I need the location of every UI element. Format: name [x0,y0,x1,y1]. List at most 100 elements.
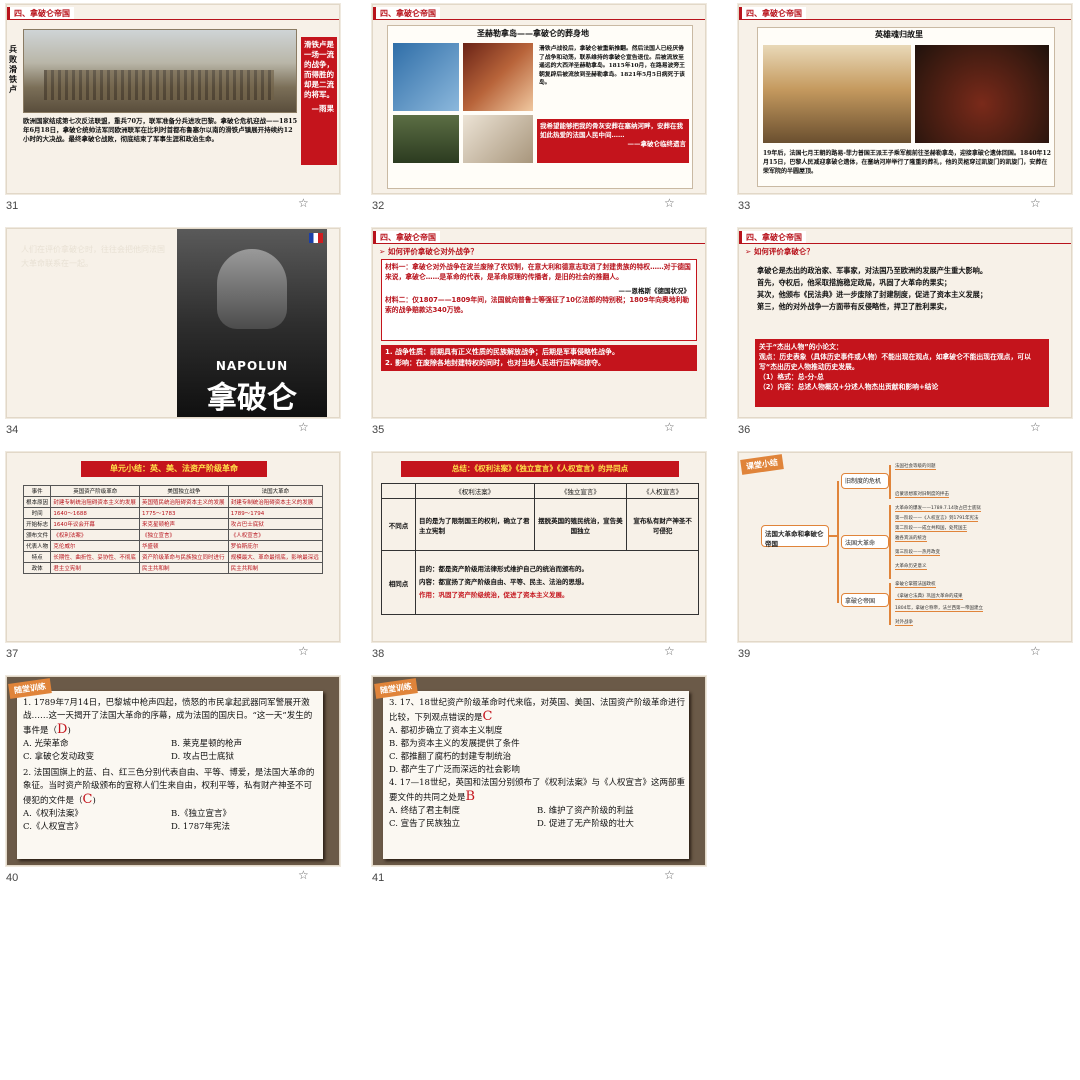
question-4-options: A. 终结了君主制度 B. 维护了资产阶级的利益 C. 宣告了民族独立 D. 促… [389,805,685,831]
divider [739,243,1071,244]
star-icon[interactable]: ☆ [298,868,309,882]
option[interactable]: C. 拿破仑发动政变 [23,751,171,764]
option[interactable]: A.《权利法案》 [23,808,171,821]
star-icon[interactable]: ☆ [664,196,675,210]
option[interactable]: A. 都初步确立了资本主义制度 [389,725,685,738]
star-icon[interactable]: ☆ [298,196,309,210]
star-icon[interactable]: ☆ [664,868,675,882]
row-label: 根本原因 [22,496,52,508]
slide-thumbnail-39[interactable]: 课堂小结 法国大革命和拿破仑帝国 旧制度的危机 法国大革命 拿破仑帝国 法国社会… [732,448,1080,672]
mindmap-leaf: 第二阶段——成立共和国，处死国王 [895,526,967,532]
slide-34-canvas[interactable]: 人们在评价拿破仑时，往往会把他同法国大革命联系在一起。 NAPOLUN 拿破仑 [6,228,340,418]
slide-number: 41 [372,872,385,884]
option[interactable]: B.《独立宣言》 [171,808,319,821]
slide-41-canvas[interactable]: 随堂训练 3. 17、18世纪资产阶级革命时代来临，对英国、美国、法国资产阶级革… [372,676,706,866]
table-cell: 资产阶级革命与民族独立同时进行 [139,551,229,563]
table-cell: 民主共和制 [139,562,229,574]
slide-thumbnail-34[interactable]: 人们在评价拿破仑时，往往会把他同法国大革命联系在一起。 NAPOLUN 拿破仑 … [0,224,364,448]
question-heading: ➢ 如何评价拿破仑对外战争？ [379,246,478,257]
divider [373,19,705,20]
table-cell: 1640年议会开幕 [50,518,141,530]
row-label: 时间 [22,507,52,519]
mindmap-leaf: 第三阶段——热月政变 [895,550,940,556]
table-cell: 规模最大、革命最彻底，影响最深远 [227,551,324,563]
slide-32-canvas[interactable]: 四、拿破仑帝国 圣赫勒拿岛——拿破仑的葬身地 滑铁卢战役后，拿破仑被重新推翻。然… [372,4,706,194]
option[interactable]: B. 都为资本主义的发展提供了条件 [389,738,685,751]
table-cell: 来克星顿枪声 [139,518,229,530]
slide-37-canvas[interactable]: 单元小结：英、美、法资产阶级革命 事件 英国资产阶级革命 美国独立战争 法国大革命 根本… [6,452,340,642]
table-row: 时间 1640～1688 1775～1783 1789～1794 [22,507,324,519]
slide-thumbnail-41[interactable]: 随堂训练 3. 17、18世纪资产阶级革命时代来临，对英国、美国、法国资产阶级革… [366,672,730,896]
table-cell: 长期性、曲折性、妥协性、不彻底 [50,551,141,563]
question-1-answer: D [57,722,68,737]
option[interactable]: D. 促进了无产阶级的壮大 [537,818,685,831]
star-icon[interactable]: ☆ [664,644,675,658]
option[interactable]: D. 1787年宪法 [171,821,319,834]
material-2: 材料二：仅1807——1809年间，法国就向普鲁士等强征了10亿法郎的特别税；1… [385,296,690,314]
slide-thumbnail-32[interactable]: 四、拿破仑帝国 圣赫勒拿岛——拿破仑的葬身地 滑铁卢战役后，拿破仑被重新推翻。然… [366,0,730,224]
slide-39-canvas[interactable]: 课堂小结 法国大革命和拿破仑帝国 旧制度的危机 法国大革命 拿破仑帝国 法国社会… [738,452,1072,642]
slide-heading: 圣赫勒拿岛——拿破仑的葬身地 [473,28,593,39]
table-cell: 华盛顿 [139,540,229,552]
slide-number: 35 [372,424,385,436]
option[interactable]: B. 莱克星顿的枪声 [171,738,319,751]
battle-painting-image [23,29,297,113]
slide-thumbnail-35[interactable]: 四、拿破仑帝国 ➢ 如何评价拿破仑对外战争？ 材料一：拿破仑对外战争在波兰废除了… [366,224,730,448]
option[interactable]: D. 都产生了广泛而深远的社会影响 [389,764,685,777]
slide-36-canvas[interactable]: 四、拿破仑帝国 ➢ 如何评价拿破仑？ 拿破仑是杰出的政治家、军事家，对法国乃至欧… [738,228,1072,418]
similarities-cell: 目的：都是资产阶级用法律形式维护自己的统治而颁布的。 内容：都宣扬了资产阶级自由… [415,550,699,615]
island-map-image [393,43,459,111]
slide-38-canvas[interactable]: 总结：《权利法案》《独立宣言》《人权宣言》的异同点 《权利法案》 《独立宣言》 … [372,452,706,642]
material-1: 材料一：拿破仑对外战争在波兰废除了农奴制，在意大利和德意志取消了封建贵族的特权…… [385,263,691,281]
table-row: 开始标志 1640年议会开幕 来克星顿枪声 攻占巴士底狱 [22,518,324,530]
table-cell: 1789～1794 [227,507,324,519]
declarations-comparison-table: 《权利法案》 《独立宣言》 《人权宣言》 不同点 目的是为了限制国王的权利，确立… [381,483,699,615]
question-text: 如何评价拿破仑对外战争？ [387,247,478,256]
star-icon[interactable]: ☆ [298,644,309,658]
slide-thumbnail-31[interactable]: 四、拿破仑帝国 兵败滑铁卢 欧洲国家结成第七次反法联盟，重兵70万，联军准备分兵… [0,0,364,224]
star-icon[interactable]: ☆ [298,420,309,434]
option[interactable]: C.《人权宣言》 [23,821,171,834]
last-words-box: 我希望能够把我的骨灰安葬在塞纳河畔，安葬在我如此热爱的法国人民中间…… ——拿破… [537,119,689,163]
option[interactable]: A. 光荣革命 [23,738,171,751]
slide-thumbnail-33[interactable]: 四、拿破仑帝国 英雄魂归故里 19年后，法国七月王朝的路易-菲力普国王派王子乘军… [732,0,1080,224]
slide-35-canvas[interactable]: 四、拿破仑帝国 ➢ 如何评价拿破仑对外战争？ 材料一：拿破仑对外战争在波兰废除了… [372,228,706,418]
option[interactable]: C. 都推翻了腐朽的封建专制统治 [389,751,685,764]
slide-31-canvas[interactable]: 四、拿破仑帝国 兵败滑铁卢 欧洲国家结成第七次反法联盟，重兵70万，联军准备分兵… [6,4,340,194]
star-icon[interactable]: ☆ [1030,196,1041,210]
slide-40-canvas[interactable]: 随堂训练 1. 1789年7月14日，巴黎城中枪声四起，愤怒的市民拿起武器同军警… [6,676,340,866]
connector [889,505,891,579]
table-row: 《权利法案》 《独立宣言》 《人权宣言》 [381,483,699,499]
slide-thumbnail-40[interactable]: 随堂训练 1. 1789年7月14日，巴黎城中枪声四起，愤怒的市民拿起武器同军警… [0,672,364,896]
row-label: 颁布文件 [22,529,52,541]
question-text: 如何评价拿破仑？ [753,247,814,256]
slide-number: 32 [372,200,385,212]
eval-p4: 第三，他的对外战争一方面带有反侵略性，捍卫了胜利果实， [757,302,952,311]
slide-thumbnail-37[interactable]: 单元小结：英、美、法资产阶级革命 事件 英国资产阶级革命 美国独立战争 法国大革命 根本… [0,448,364,672]
mindmap-leaf: 1804年，拿破仑称帝，法兰西第一帝国建立 [895,606,983,612]
slide-number: 37 [6,648,19,660]
faded-background-text: 人们在评价拿破仑时，往往会把他同法国大革命联系在一起。 [21,245,165,268]
star-icon[interactable]: ☆ [664,420,675,434]
star-icon[interactable]: ☆ [1030,644,1041,658]
french-flag-icon [309,233,323,243]
table-cell: 君主立宪制 [50,562,141,574]
star-icon[interactable]: ☆ [1030,420,1041,434]
mindmap-leaf: 启蒙思想家对旧制度的抨击 [895,492,949,498]
eval-p3: 其次，他颁布《民法典》进一步废除了封建制度，促进了资本主义发展； [757,290,988,299]
table-header-cell: 英国资产阶级革命 [50,485,141,497]
eval-p1: 拿破仑是杰出的政治家、军事家，对法国乃至欧洲的发展产生重大影响。 [757,266,988,275]
option[interactable]: C. 宣告了民族独立 [389,818,537,831]
mindmap-leaf: 拿破仑掌握法国政权 [895,582,936,588]
option[interactable]: B. 维护了资产阶级的利益 [537,805,685,818]
slide-thumbnail-38[interactable]: 总结：《权利法案》《独立宣言》《人权宣言》的异同点 《权利法案》 《独立宣言》 … [366,448,730,672]
slide-33-body: 19年后，法国七月王朝的路易-菲力普国王派王子乘军舰前往圣赫勒拿岛，迎接拿破仑遗… [763,150,1051,175]
evaluation-text: 拿破仑是杰出的政治家、军事家，对法国乃至欧洲的发展产生重大影响。 首先，夺权后，… [757,265,1057,313]
last-words-text: 我希望能够把我的骨灰安葬在塞纳河畔，安葬在我如此热爱的法国人民中间…… [540,122,683,139]
table-row: 不同点 目的是为了限制国王的权利，确立了君主立宪制 摆脱英国的殖民统治，宣告美国… [381,498,699,551]
question-4-answer: B [465,789,476,804]
option[interactable]: D. 攻占巴士底狱 [171,751,319,764]
option[interactable]: A. 终结了君主制度 [389,805,537,818]
slide-33-canvas[interactable]: 四、拿破仑帝国 英雄魂归故里 19年后，法国七月王朝的路易-菲力普国王派王子乘军… [738,4,1072,194]
slide-thumbnail-36[interactable]: 四、拿破仑帝国 ➢ 如何评价拿破仑？ 拿破仑是杰出的政治家、军事家，对法国乃至欧… [732,224,1080,448]
